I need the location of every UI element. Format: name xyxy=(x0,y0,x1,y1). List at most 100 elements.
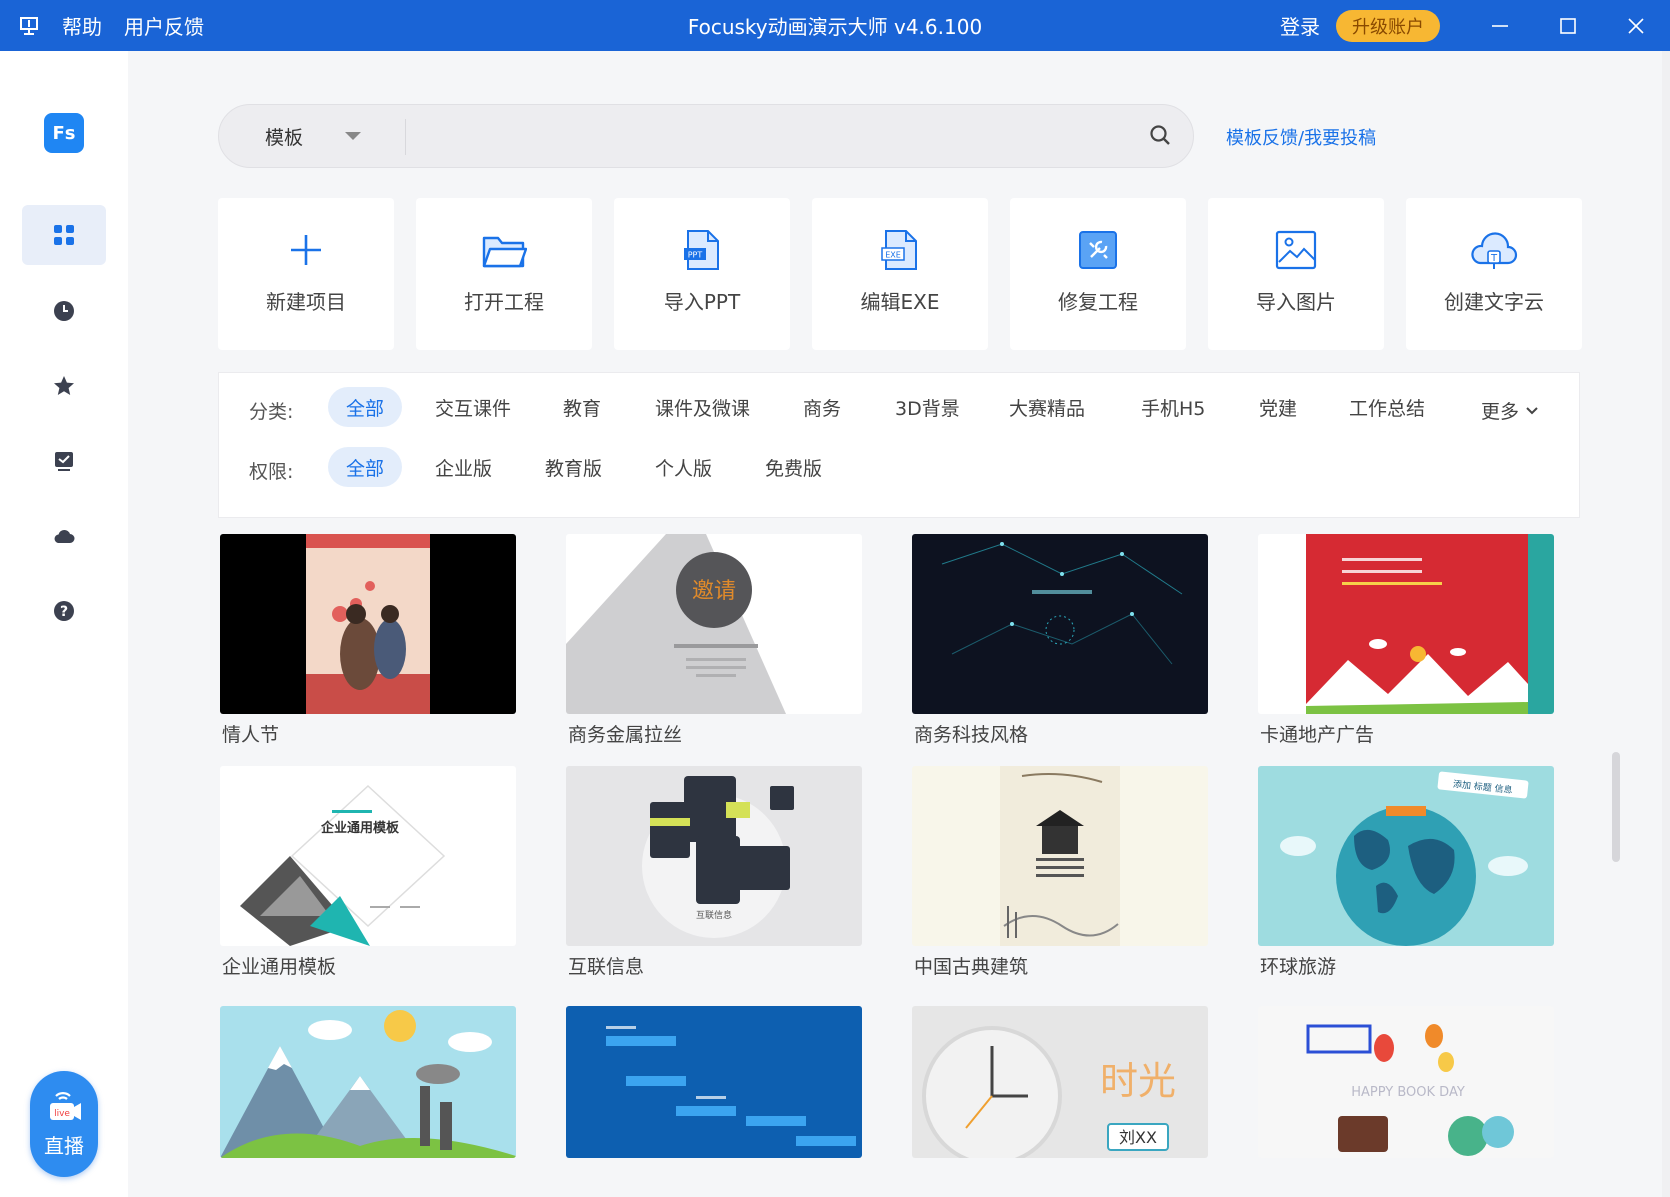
login-link[interactable]: 登录 xyxy=(1280,11,1320,40)
chevron-down-icon xyxy=(1526,406,1538,414)
sidebar-item-cloud[interactable] xyxy=(22,506,106,566)
open-project-card[interactable]: 打开工程 xyxy=(416,198,592,350)
template-card[interactable]: 互联信息 互联信息 xyxy=(566,766,862,979)
live-camera-icon: live xyxy=(50,1091,81,1120)
sidebar-item-favorites[interactable] xyxy=(22,356,106,416)
permission-education[interactable]: 教育版 xyxy=(545,447,602,487)
search-type-dropdown[interactable]: 模板 xyxy=(219,105,405,167)
card-label: 打开工程 xyxy=(464,290,544,314)
template-thumbnail[interactable] xyxy=(912,766,1208,946)
template-thumbnail[interactable]: 时光 刘XX xyxy=(912,1006,1208,1158)
edit-exe-card[interactable]: EXE 编辑EXE xyxy=(812,198,988,350)
permission-label: 权限: xyxy=(249,461,294,483)
template-card[interactable]: 商务科技风格 xyxy=(912,534,1208,747)
scrollbar-thumb[interactable] xyxy=(1612,752,1620,862)
template-thumbnail[interactable]: 邀请 xyxy=(566,534,862,714)
template-name: 互联信息 xyxy=(568,956,645,978)
template-card[interactable]: 卡通地产广告 xyxy=(1258,534,1554,747)
permission-enterprise[interactable]: 企业版 xyxy=(435,447,492,487)
repair-icon xyxy=(1078,228,1118,272)
template-card[interactable]: 时光 刘XX xyxy=(912,1006,1208,1158)
template-card[interactable]: 情人节 xyxy=(220,534,516,747)
ppt-file-icon: PPT xyxy=(682,228,722,272)
live-stream-button[interactable]: live 直播 xyxy=(30,1071,98,1177)
template-thumbnail[interactable] xyxy=(220,1006,516,1158)
svg-text:T: T xyxy=(1490,253,1498,264)
template-thumbnail[interactable]: 企业通用模板 xyxy=(220,766,516,946)
category-more[interactable]: 更多 xyxy=(1481,397,1539,424)
upgrade-account-button[interactable]: 升级账户 xyxy=(1336,9,1440,42)
card-label: 修复工程 xyxy=(1058,290,1138,314)
svg-text:邀请: 邀请 xyxy=(692,579,736,604)
template-thumbnail[interactable] xyxy=(566,1006,862,1158)
category-interactive-courseware[interactable]: 交互课件 xyxy=(435,387,511,427)
template-thumbnail[interactable]: 互联信息 xyxy=(566,766,862,946)
template-thumbnail[interactable] xyxy=(220,534,516,714)
live-label: 直播 xyxy=(44,1133,84,1158)
folder-icon xyxy=(481,228,527,272)
repair-project-card[interactable]: 修复工程 xyxy=(1010,198,1186,350)
svg-text:EXE: EXE xyxy=(885,251,901,260)
sidebar: Fs ? live 直播 xyxy=(0,51,128,1197)
template-thumbnail[interactable] xyxy=(1258,534,1554,714)
svg-text:?: ? xyxy=(60,604,68,620)
category-business[interactable]: 商务 xyxy=(803,387,841,427)
template-card[interactable]: 中国古典建筑 xyxy=(912,766,1208,979)
template-card[interactable]: HAPPY BOOK DAY xyxy=(1258,1006,1554,1158)
template-card[interactable]: 企业通用模板 企业通用模板 xyxy=(220,766,516,979)
template-name: 企业通用模板 xyxy=(222,956,337,978)
sidebar-item-help[interactable]: ? xyxy=(22,581,106,641)
help-icon: ? xyxy=(54,601,74,621)
template-card[interactable]: 添加 标题 信息 环球旅游 xyxy=(1258,766,1554,979)
template-thumbnail[interactable]: HAPPY BOOK DAY xyxy=(1258,1006,1554,1158)
template-name: 环球旅游 xyxy=(1260,956,1337,978)
template-name: 卡通地产广告 xyxy=(1260,724,1375,746)
template-thumbnail[interactable]: 添加 标题 信息 xyxy=(1258,766,1554,946)
template-name: 中国古典建筑 xyxy=(914,956,1029,978)
category-3d-background[interactable]: 3D背景 xyxy=(895,387,960,427)
clock-icon xyxy=(54,301,74,321)
import-image-card[interactable]: 导入图片 xyxy=(1208,198,1384,350)
app-menu-icon[interactable] xyxy=(18,15,40,37)
menu-help[interactable]: 帮助 xyxy=(62,11,102,40)
minimize-button[interactable] xyxy=(1466,0,1534,51)
menu-user-feedback[interactable]: 用户反馈 xyxy=(124,11,204,40)
template-card[interactable] xyxy=(566,1006,862,1158)
category-all[interactable]: 全部 xyxy=(328,387,402,427)
category-party-building[interactable]: 党建 xyxy=(1259,387,1297,427)
app-logo: Fs xyxy=(44,113,84,153)
category-education[interactable]: 教育 xyxy=(563,387,601,427)
checkbox-icon xyxy=(55,452,73,471)
sidebar-item-templates[interactable] xyxy=(22,205,106,265)
svg-text:live: live xyxy=(54,1109,70,1119)
sidebar-item-recent[interactable] xyxy=(22,281,106,341)
svg-text:PPT: PPT xyxy=(688,251,703,260)
close-button[interactable] xyxy=(1602,0,1670,51)
create-word-cloud-card[interactable]: T 创建文字云 xyxy=(1406,198,1582,350)
category-mobile-h5[interactable]: 手机H5 xyxy=(1141,387,1205,427)
maximize-button[interactable] xyxy=(1534,0,1602,51)
title-bar: 帮助 用户反馈 Focusky动画演示大师 v4.6.100 登录 升级账户 xyxy=(0,0,1670,51)
card-label: 导入PPT xyxy=(663,290,741,314)
search-icon[interactable] xyxy=(1149,124,1171,150)
template-name: 商务科技风格 xyxy=(914,724,1029,746)
template-name: 情人节 xyxy=(222,724,280,746)
import-ppt-card[interactable]: PPT 导入PPT xyxy=(614,198,790,350)
permission-free[interactable]: 免费版 xyxy=(765,447,822,487)
sidebar-item-tasks[interactable] xyxy=(22,431,106,491)
permission-personal[interactable]: 个人版 xyxy=(655,447,712,487)
new-project-card[interactable]: 新建项目 xyxy=(218,198,394,350)
template-thumbnail[interactable] xyxy=(912,534,1208,714)
category-contest-works[interactable]: 大赛精品 xyxy=(1009,387,1085,427)
template-feedback-link[interactable]: 模板反馈/我要投稿 xyxy=(1226,124,1376,150)
window-edge xyxy=(1662,51,1670,1197)
category-work-summary[interactable]: 工作总结 xyxy=(1349,387,1425,427)
search-input[interactable] xyxy=(419,115,1119,157)
permission-all[interactable]: 全部 xyxy=(328,447,402,487)
template-card[interactable] xyxy=(220,1006,516,1158)
svg-text:刘XX: 刘XX xyxy=(1119,1128,1157,1147)
category-micro-course[interactable]: 课件及微课 xyxy=(655,387,750,427)
exe-file-icon: EXE xyxy=(880,228,920,272)
card-label: 导入图片 xyxy=(1256,290,1336,314)
template-card[interactable]: 邀请 商务金属拉丝 xyxy=(566,534,862,747)
